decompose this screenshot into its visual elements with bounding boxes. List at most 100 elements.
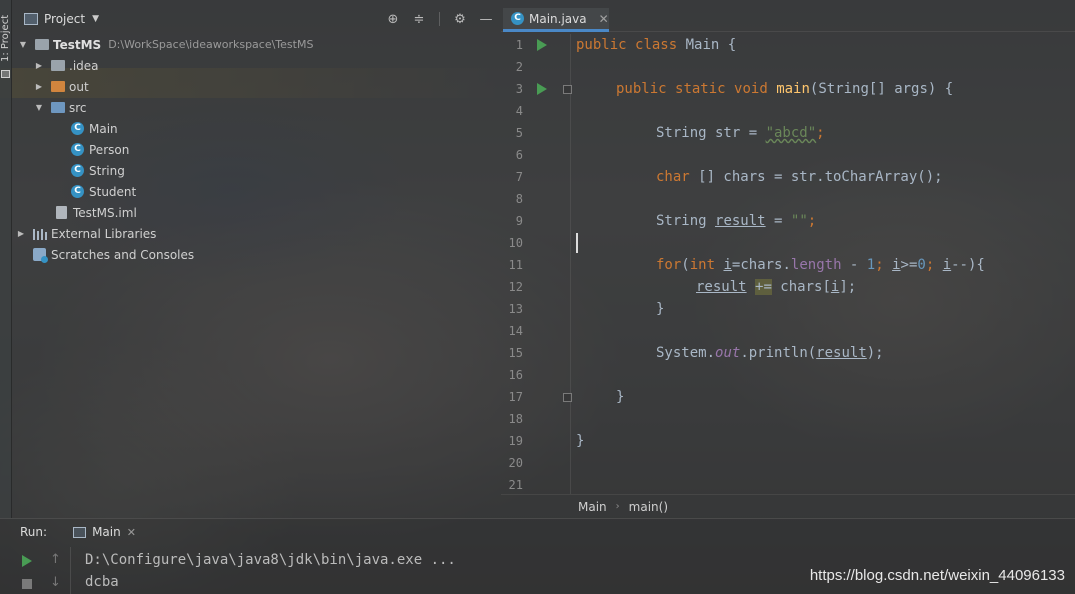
code-line: } [616, 389, 625, 405]
rerun-icon[interactable] [22, 555, 32, 567]
expand-arrow-icon[interactable]: ▶ [34, 61, 44, 70]
run-divider [70, 547, 71, 594]
tree-item-label: External Libraries [51, 226, 157, 241]
tree-item-testms-iml[interactable]: TestMS.iml [12, 202, 500, 223]
line-number: 12 [508, 280, 523, 294]
run-panel: Run: Main ✕ ↑ ↓ D:\Configure\java\java8\… [0, 518, 1075, 594]
arrow-down-icon[interactable]: ↓ [50, 575, 61, 590]
tree-item-label: Scratches and Consoles [51, 247, 195, 262]
code-line: String result = ""; [656, 213, 817, 229]
tree-item-label: TestMS.iml [73, 205, 137, 220]
left-tool-strip: 1: Project [0, 0, 12, 518]
tree-item-string[interactable]: C String [12, 160, 500, 181]
java-class-icon: C [511, 12, 524, 25]
module-folder-icon [34, 38, 49, 51]
breadcrumb-method[interactable]: main() [629, 500, 668, 514]
run-panel-header: Run: Main ✕ [0, 519, 1075, 545]
code-editor: C Main.java ✕ 1 2 3 4 5 6 7 8 9 10 11 12… [501, 0, 1075, 518]
tree-item-main[interactable]: C Main [12, 118, 500, 139]
locate-icon[interactable]: ⊕ [385, 11, 401, 27]
java-class-icon: C [70, 122, 85, 135]
iml-file-icon [54, 206, 69, 219]
run-method-icon[interactable] [537, 83, 547, 95]
tree-item-testms[interactable]: ▼ TestMS D:\WorkSpace\ideaworkspace\Test… [12, 34, 500, 55]
line-number: 6 [515, 148, 523, 162]
expand-arrow-icon[interactable]: ▼ [34, 103, 44, 112]
chevron-down-icon[interactable]: ▼ [92, 14, 99, 24]
code-area[interactable]: public class Main { public static void m… [576, 34, 1075, 494]
arrow-up-icon[interactable]: ↑ [50, 552, 61, 567]
tree-item-label: String [89, 163, 125, 178]
java-class-icon: C [70, 164, 85, 177]
editor-gutter: 1 2 3 4 5 6 7 8 9 10 11 12 13 14 15 16 1… [501, 34, 572, 494]
run-panel-title: Run: [20, 525, 48, 539]
module-path: D:\WorkSpace\ideaworkspace\TestMS [108, 38, 314, 51]
line-number: 15 [508, 346, 523, 360]
collapse-all-icon[interactable]: ≑ [411, 11, 427, 27]
run-class-icon[interactable] [537, 39, 547, 51]
tree-item-label: out [69, 79, 89, 94]
project-icon [24, 13, 38, 25]
java-class-icon: C [70, 185, 85, 198]
hide-panel-icon[interactable]: — [478, 11, 494, 27]
code-line: char [] chars = str.toCharArray(); [656, 169, 943, 185]
breadcrumb-class[interactable]: Main [578, 500, 607, 514]
line-number: 13 [508, 302, 523, 316]
code-line: } [576, 433, 585, 449]
tree-item-person[interactable]: C Person [12, 139, 500, 160]
scratches-icon [32, 248, 48, 263]
close-icon[interactable]: ✕ [599, 12, 609, 26]
line-number: 7 [515, 170, 523, 184]
line-number: 16 [508, 368, 523, 382]
run-config-icon [73, 526, 87, 538]
line-number: 9 [515, 214, 523, 228]
expand-arrow-icon[interactable]: ▶ [34, 82, 44, 91]
code-line: System.out.println(result); [656, 345, 884, 361]
tree-item-scratches[interactable]: Scratches and Consoles [12, 244, 500, 265]
code-line: String str = "abcd"; [656, 125, 825, 141]
tree-item-label: TestMS [53, 37, 102, 52]
toolbar-divider [439, 12, 440, 26]
fold-icon[interactable] [563, 393, 572, 402]
line-number: 4 [515, 104, 523, 118]
java-class-icon: C [70, 143, 85, 156]
tree-item-idea[interactable]: ▶ .idea [12, 55, 500, 76]
project-panel-title[interactable]: Project [44, 12, 85, 26]
breadcrumb: Main › main() [501, 494, 1075, 518]
tree-item-label: Student [89, 184, 137, 199]
line-number: 1 [515, 38, 523, 52]
tree-item-label: src [69, 100, 87, 115]
line-number: 3 [515, 82, 523, 96]
tree-item-out[interactable]: ▶ out [12, 76, 500, 97]
project-panel: Project ▼ ⊕ ≑ ⚙ — ▼ TestMS D:\WorkSpace\… [12, 0, 500, 518]
excluded-folder-icon [50, 80, 65, 93]
line-number: 17 [508, 390, 523, 404]
code-line: public static void main(String[] args) { [616, 81, 954, 97]
fold-icon[interactable] [563, 85, 572, 94]
tree-item-src[interactable]: ▼ src [12, 97, 500, 118]
stop-icon[interactable] [22, 579, 32, 589]
run-toolbar: ↑ ↓ [14, 551, 70, 594]
expand-arrow-icon[interactable]: ▼ [18, 40, 28, 49]
run-tab-label: Main [92, 525, 121, 539]
editor-tab-bar: C Main.java ✕ [501, 8, 1075, 32]
console-output[interactable]: D:\Configure\java\java8\jdk\bin\java.exe… [85, 549, 456, 593]
structure-icon[interactable] [1, 70, 10, 78]
tree-item-external-libraries[interactable]: ▶ External Libraries [12, 223, 500, 244]
tab-main-java[interactable]: C Main.java ✕ [503, 8, 609, 32]
gear-icon[interactable]: ⚙ [452, 11, 468, 27]
line-number: 14 [508, 324, 523, 338]
code-line: public class Main { [576, 37, 737, 53]
line-number: 18 [508, 412, 523, 426]
tab-run-main[interactable]: Main ✕ [67, 519, 142, 545]
tree-item-student[interactable]: C Student [12, 181, 500, 202]
project-tool-tab[interactable]: 1: Project [0, 6, 12, 62]
line-number: 21 [508, 478, 523, 492]
expand-arrow-icon[interactable]: ▶ [16, 229, 26, 238]
close-icon[interactable]: ✕ [127, 526, 136, 539]
text-caret [576, 233, 578, 253]
line-number: 19 [508, 434, 523, 448]
line-number: 5 [515, 126, 523, 140]
source-folder-icon [50, 101, 65, 114]
console-line: D:\Configure\java\java8\jdk\bin\java.exe… [85, 552, 456, 568]
